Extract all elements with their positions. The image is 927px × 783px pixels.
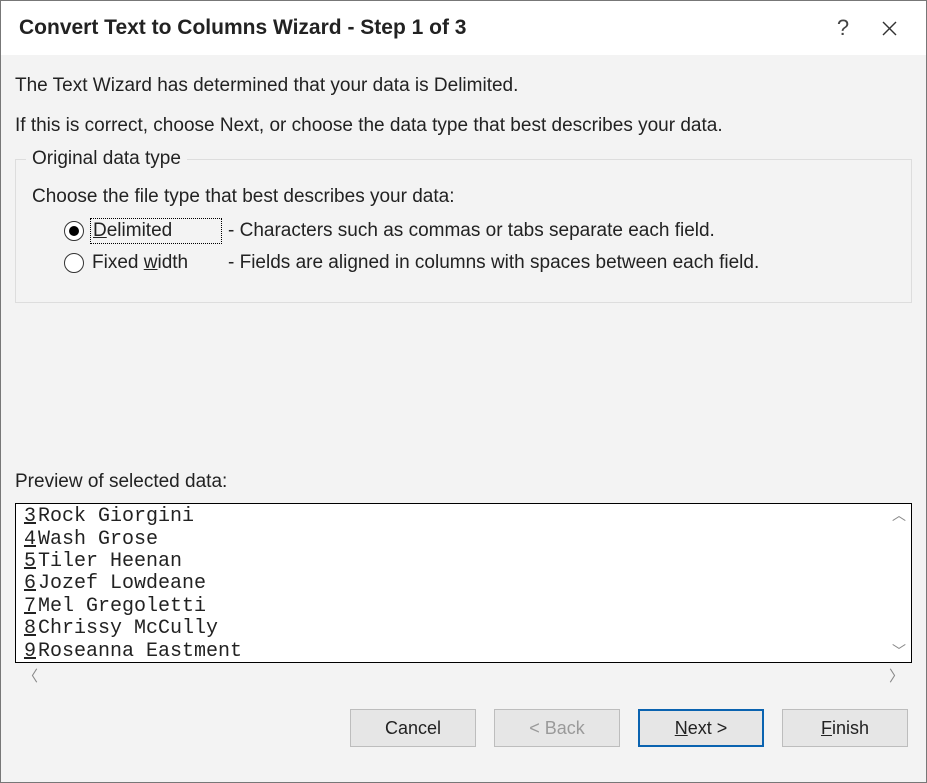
scroll-down-icon[interactable]: ﹀: [892, 640, 906, 662]
preview-row-number: 5: [18, 551, 36, 573]
preview-row: 5Tiler Heenan: [18, 551, 885, 573]
intro-line-1: The Text Wizard has determined that your…: [15, 73, 912, 99]
radio-fixed-width-desc: - Fields are aligned in columns with spa…: [228, 252, 759, 274]
original-data-type-group: Original data type Choose the file type …: [15, 148, 912, 303]
dialog-title: Convert Text to Columns Wizard - Step 1 …: [19, 16, 820, 40]
help-button[interactable]: ?: [820, 8, 866, 48]
preview-row-number: 3: [18, 506, 36, 528]
close-button[interactable]: [866, 8, 912, 48]
preview-row-text: Roseanna Eastment: [36, 641, 242, 663]
scroll-right-icon[interactable]: 〉: [889, 665, 904, 686]
preview-row-text: Chrissy McCully: [36, 618, 218, 640]
cancel-button[interactable]: Cancel: [350, 709, 476, 747]
intro-line-2: If this is correct, choose Next, or choo…: [15, 113, 912, 139]
radio-delimited-label: Delimited: [92, 220, 220, 242]
radio-delimited-desc: - Characters such as commas or tabs sepa…: [228, 220, 715, 242]
wizard-dialog: Convert Text to Columns Wizard - Step 1 …: [0, 0, 927, 783]
button-bar: Cancel < Back Next > Finish: [15, 687, 912, 765]
next-button[interactable]: Next >: [638, 709, 764, 747]
preview-box: 3Rock Giorgini4Wash Grose5Tiler Heenan6J…: [15, 503, 912, 663]
preview-row: 7Mel Gregoletti: [18, 596, 885, 618]
dialog-body: The Text Wizard has determined that your…: [1, 55, 926, 782]
preview-row-number: 6: [18, 573, 36, 595]
close-icon: [882, 21, 897, 36]
finish-button[interactable]: Finish: [782, 709, 908, 747]
preview-row: 8Chrissy McCully: [18, 618, 885, 640]
radio-fixed-width[interactable]: [64, 253, 84, 273]
preview-row-number: 8: [18, 618, 36, 640]
radio-fixed-width-row[interactable]: Fixed width - Fields are aligned in colu…: [64, 252, 897, 274]
preview-row: 4Wash Grose: [18, 529, 885, 551]
titlebar: Convert Text to Columns Wizard - Step 1 …: [1, 1, 926, 55]
preview-row-number: 9: [18, 641, 36, 663]
preview-content: 3Rock Giorgini4Wash Grose5Tiler Heenan6J…: [16, 504, 887, 662]
group-prompt: Choose the file type that best describes…: [32, 186, 897, 208]
scroll-up-icon[interactable]: ︿: [892, 504, 906, 526]
preview-row-text: Jozef Lowdeane: [36, 573, 206, 595]
preview-row-number: 4: [18, 529, 36, 551]
preview-row-number: 7: [18, 596, 36, 618]
preview-row-text: Wash Grose: [36, 529, 158, 551]
intro-text: The Text Wizard has determined that your…: [15, 69, 912, 148]
preview-row: 6Jozef Lowdeane: [18, 573, 885, 595]
preview-row-text: Rock Giorgini: [36, 506, 194, 528]
scroll-left-icon[interactable]: 〈: [23, 665, 38, 686]
preview-label: Preview of selected data:: [15, 471, 912, 493]
group-legend: Original data type: [26, 148, 187, 170]
preview-vertical-scrollbar[interactable]: ︿ ﹀: [887, 504, 911, 662]
radio-delimited-row[interactable]: Delimited - Characters such as commas or…: [64, 220, 897, 242]
radio-fixed-width-label: Fixed width: [92, 252, 220, 274]
preview-horizontal-scrollbar[interactable]: 〈 〉: [15, 663, 912, 687]
preview-row-text: Tiler Heenan: [36, 551, 182, 573]
preview-row: 9Roseanna Eastment: [18, 641, 885, 663]
back-button[interactable]: < Back: [494, 709, 620, 747]
preview-row: 3Rock Giorgini: [18, 506, 885, 528]
radio-delimited[interactable]: [64, 221, 84, 241]
preview-row-text: Mel Gregoletti: [36, 596, 206, 618]
